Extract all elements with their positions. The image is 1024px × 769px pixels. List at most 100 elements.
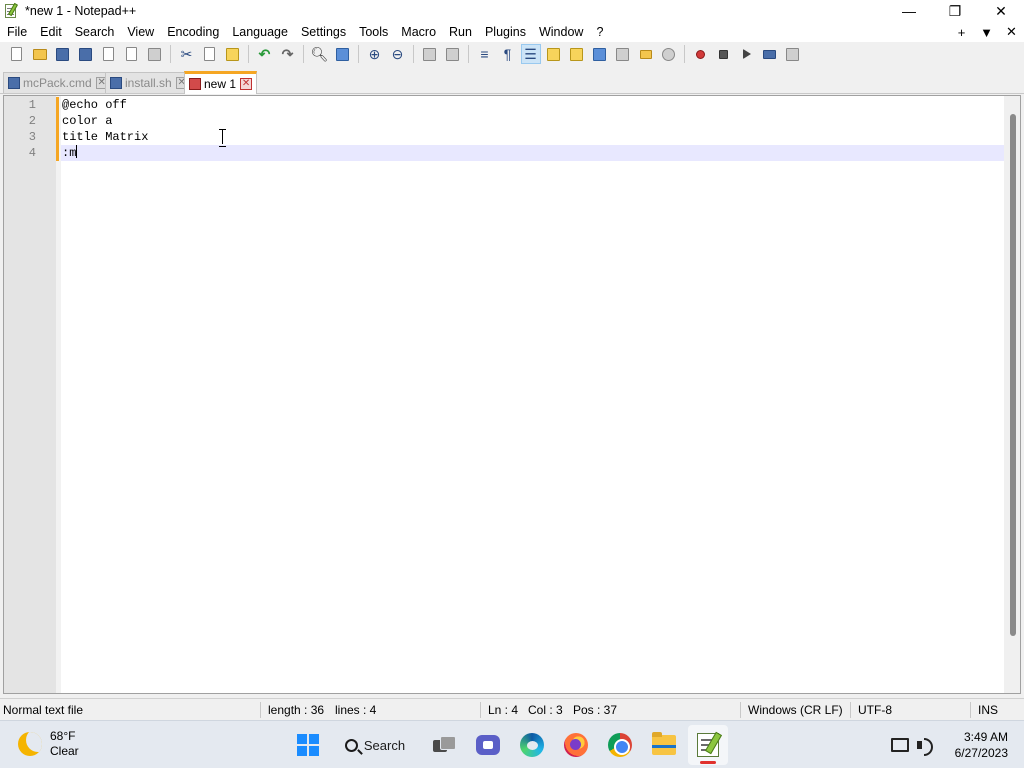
cut-icon[interactable]: ✂ xyxy=(178,45,196,63)
scrollbar-thumb[interactable] xyxy=(1010,114,1016,636)
status-bar: Normal text file length : 36 lines : 4 L… xyxy=(0,698,1024,720)
menu-edit[interactable]: Edit xyxy=(33,22,68,42)
close-file-icon[interactable] xyxy=(100,45,118,63)
taskbar-search-button[interactable]: Search xyxy=(332,729,418,761)
document-list-icon[interactable] xyxy=(591,45,609,63)
paste-icon[interactable] xyxy=(224,45,242,63)
system-tray: 3:49 AM 6/27/2023 xyxy=(889,721,1024,769)
zoom-out-icon[interactable]: ⊖ xyxy=(389,45,407,63)
line-number: 1 xyxy=(28,98,36,112)
weather-temperature: 68°F xyxy=(50,729,76,743)
network-icon[interactable] xyxy=(889,735,909,755)
saved-file-icon xyxy=(110,77,122,89)
function-list-icon[interactable] xyxy=(568,45,586,63)
status-encoding[interactable]: UTF-8 xyxy=(858,699,892,721)
status-separator xyxy=(850,702,851,718)
chrome-button[interactable] xyxy=(600,725,640,765)
notepad-plus-plus-app-icon[interactable] xyxy=(3,2,19,19)
zoom-in-icon[interactable]: ⊕ xyxy=(366,45,384,63)
word-wrap-icon[interactable]: ≡ xyxy=(476,45,494,63)
new-file-icon[interactable] xyxy=(8,45,26,63)
menu-plugins[interactable]: Plugins xyxy=(478,22,532,42)
search-icon xyxy=(344,738,358,752)
indent-guide-icon[interactable]: ☰ xyxy=(520,44,541,64)
tab-new-1[interactable]: new 1 ✕ xyxy=(184,71,258,94)
taskbar-pinned-apps: Search xyxy=(288,725,732,765)
close-all-icon[interactable] xyxy=(123,45,141,63)
run-macro-multiple-icon[interactable] xyxy=(761,45,779,63)
current-code-line[interactable]: :m xyxy=(61,145,1004,161)
show-all-characters-icon[interactable]: ¶ xyxy=(499,45,517,63)
text-editor[interactable]: 1 2 3 4 @echo off color a title Matrix :… xyxy=(3,95,1021,694)
project-panel-icon[interactable] xyxy=(637,45,655,63)
window-controls: — ❐ ✕ xyxy=(886,0,1024,22)
sync-vertical-scroll-icon[interactable] xyxy=(421,45,439,63)
menu-macro[interactable]: Macro xyxy=(394,22,442,42)
menu-settings[interactable]: Settings xyxy=(294,22,352,42)
playback-macro-icon[interactable] xyxy=(738,45,756,63)
replace-icon[interactable] xyxy=(334,45,352,63)
task-view-button[interactable] xyxy=(424,725,464,765)
notepad-plus-plus-icon xyxy=(697,733,719,757)
menu-help[interactable]: ? xyxy=(589,22,609,42)
menu-view[interactable]: View xyxy=(120,22,160,42)
menu-tools[interactable]: Tools xyxy=(352,22,394,42)
notepad-plus-plus-window: *new 1 - Notepad++ — ❐ ✕ File Edit Searc… xyxy=(0,0,1024,720)
new-tab-plus-icon[interactable]: + xyxy=(949,25,974,40)
clock-date: 6/27/2023 xyxy=(954,746,1008,760)
volume-icon[interactable] xyxy=(915,735,935,756)
edge-button[interactable] xyxy=(512,725,552,765)
close-document-icon[interactable]: ✕ xyxy=(999,24,1024,40)
tab-label: mcPack.cmd xyxy=(23,76,92,90)
firefox-button[interactable] xyxy=(556,725,596,765)
redo-icon[interactable]: ↷ xyxy=(279,45,297,63)
chat-icon xyxy=(476,735,500,755)
chat-button[interactable] xyxy=(468,725,508,765)
minimize-button[interactable]: — xyxy=(886,0,932,22)
weather-widget[interactable]: 68°F Clear xyxy=(18,729,79,759)
stop-recording-icon[interactable] xyxy=(715,45,733,63)
menu-run[interactable]: Run xyxy=(442,22,478,42)
find-icon[interactable]: 🔍︎ xyxy=(311,45,329,63)
tab-list-dropdown-icon[interactable]: ▼ xyxy=(974,25,999,40)
taskbar-clock[interactable]: 3:49 AM 6/27/2023 xyxy=(955,729,1008,761)
open-file-icon[interactable] xyxy=(31,45,49,63)
menu-language[interactable]: Language xyxy=(225,22,294,42)
code-line[interactable]: @echo off xyxy=(61,97,1004,113)
monitoring-icon[interactable] xyxy=(660,45,678,63)
tab-close-icon[interactable]: ✕ xyxy=(240,78,253,90)
vertical-scrollbar[interactable] xyxy=(1004,96,1020,693)
menu-window[interactable]: Window xyxy=(532,22,589,42)
menu-file[interactable]: File xyxy=(0,22,33,42)
status-eol-format[interactable]: Windows (CR LF) xyxy=(748,699,843,721)
menu-bar: File Edit Search View Encoding Language … xyxy=(0,22,1024,42)
document-map-icon[interactable] xyxy=(545,45,563,63)
save-all-icon[interactable] xyxy=(77,45,95,63)
record-macro-icon[interactable] xyxy=(692,45,710,63)
line-number: 2 xyxy=(28,114,36,128)
copy-icon[interactable] xyxy=(201,45,219,63)
status-column: Col : 3 xyxy=(528,703,563,717)
close-button[interactable]: ✕ xyxy=(978,0,1024,22)
save-icon[interactable] xyxy=(54,45,72,63)
file-explorer-button[interactable] xyxy=(644,725,684,765)
code-line[interactable]: title Matrix xyxy=(61,129,1004,145)
save-macro-icon[interactable] xyxy=(784,45,802,63)
start-button[interactable] xyxy=(288,725,328,765)
folder-as-workspace-icon[interactable] xyxy=(614,45,632,63)
menu-encoding[interactable]: Encoding xyxy=(160,22,225,42)
code-area[interactable]: @echo off color a title Matrix :m xyxy=(61,96,1004,693)
tab-mcpack-cmd[interactable]: mcPack.cmd ✕ xyxy=(3,72,113,93)
firefox-icon xyxy=(564,733,588,757)
tab-install-sh[interactable]: install.sh ✕ xyxy=(105,72,193,93)
minimize-icon: — xyxy=(902,3,916,19)
sync-horizontal-scroll-icon[interactable] xyxy=(444,45,462,63)
menu-search[interactable]: Search xyxy=(68,22,121,42)
notepad-plus-plus-taskbar-button[interactable] xyxy=(688,725,728,765)
code-line-text: color a xyxy=(62,114,113,128)
maximize-button[interactable]: ❐ xyxy=(932,0,978,22)
print-icon[interactable] xyxy=(146,45,164,63)
undo-icon[interactable]: ↶ xyxy=(256,45,274,63)
status-insert-mode[interactable]: INS xyxy=(978,699,998,721)
code-line[interactable]: color a xyxy=(61,113,1004,129)
